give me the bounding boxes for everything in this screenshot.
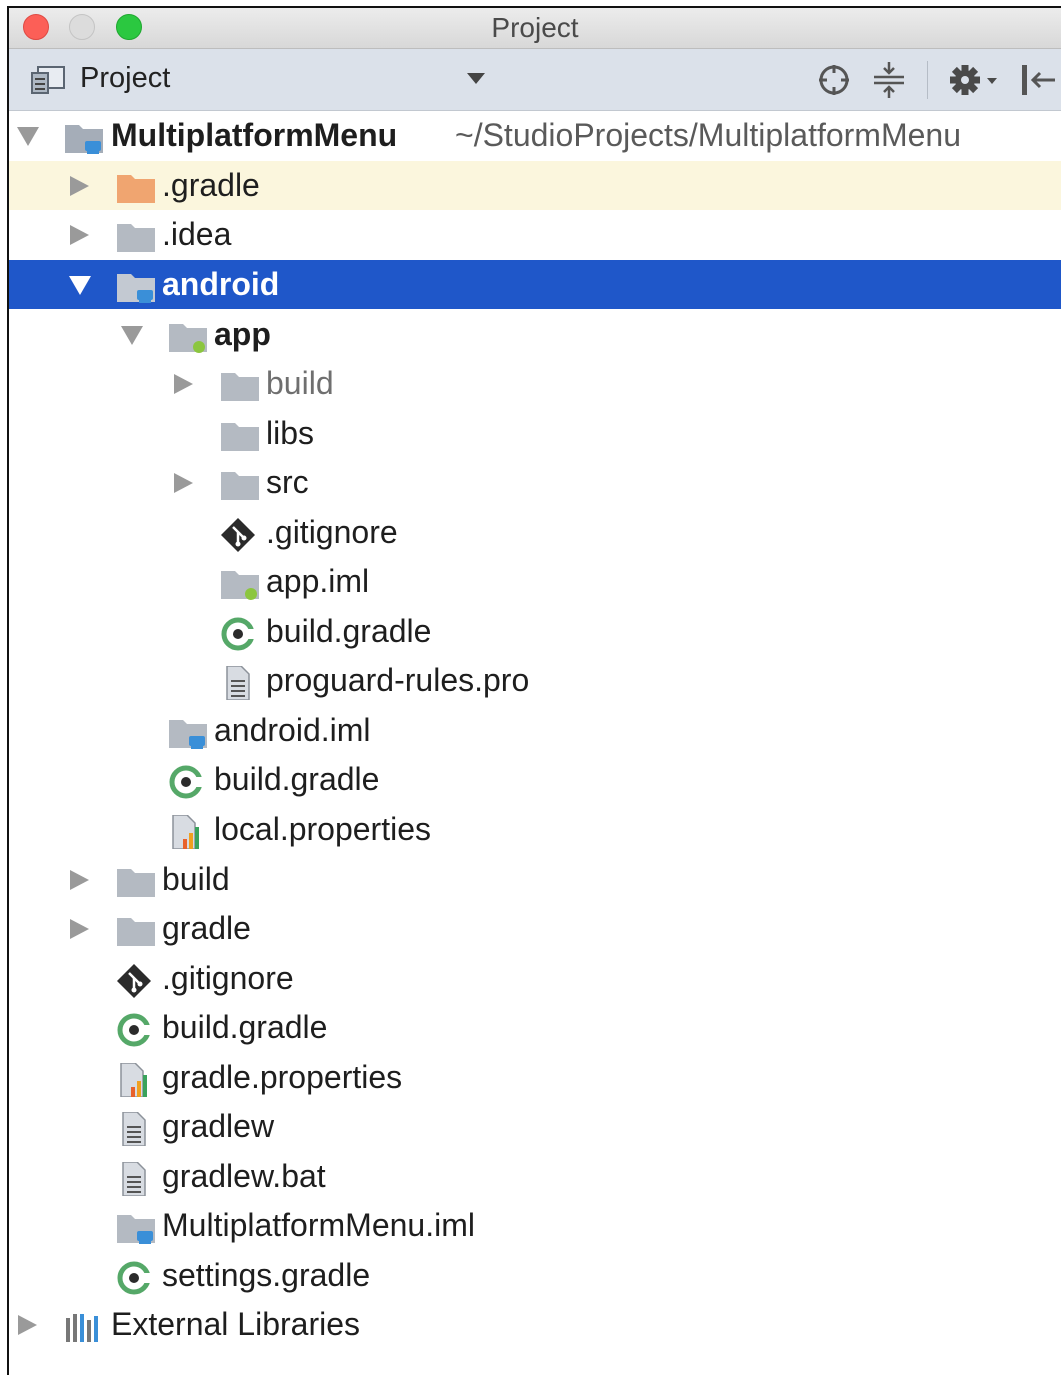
- chevron-down-icon[interactable]: [467, 73, 485, 84]
- expanded-arrow-icon[interactable]: [67, 273, 93, 297]
- folder-icon: [221, 373, 259, 401]
- folder-icon: [221, 423, 259, 451]
- tree-item-gradlew[interactable]: gradlew: [9, 1102, 1061, 1151]
- gradle-icon: [117, 1013, 154, 1047]
- collapsed-arrow-icon[interactable]: [67, 223, 93, 247]
- collapsed-arrow-icon[interactable]: [67, 174, 93, 198]
- tree-item-app-iml[interactable]: app.iml: [9, 557, 1061, 606]
- collapsed-arrow-icon[interactable]: [171, 471, 197, 495]
- window-title: Project: [491, 12, 579, 43]
- tree-item-label: .gradle: [162, 167, 260, 203]
- tree-item-label: build: [266, 365, 334, 401]
- tree-item-build-gradle[interactable]: build.gradle: [9, 1003, 1061, 1052]
- tree-item-label: .gitignore: [266, 514, 398, 550]
- toolbar-separator: [927, 61, 928, 99]
- expanded-arrow-icon[interactable]: [15, 124, 41, 148]
- tree-item-src[interactable]: src: [9, 458, 1061, 507]
- git-icon: [117, 964, 151, 998]
- module-folder-icon: [117, 1215, 155, 1244]
- tree-item-label: build.gradle: [266, 613, 432, 649]
- tree-item-idea[interactable]: .idea: [9, 210, 1061, 259]
- libraries-icon: [66, 1314, 98, 1342]
- gradle-icon: [117, 1261, 154, 1295]
- tree-item-app-gitignore[interactable]: .gitignore: [9, 508, 1061, 557]
- hide-icon[interactable]: [1019, 60, 1059, 100]
- tree-item-label: proguard-rules.pro: [266, 662, 530, 698]
- tree-item-label: build: [162, 861, 230, 897]
- folder-icon: [117, 869, 155, 897]
- gear-icon[interactable]: [947, 60, 1003, 100]
- android-module-folder-icon: [169, 324, 207, 353]
- tree-item-gradle-dir[interactable]: .gradle: [9, 161, 1061, 210]
- tree-item-label: gradle: [162, 910, 251, 946]
- tree-item-label: app: [214, 316, 271, 352]
- properties-file-icon: [120, 1063, 147, 1097]
- properties-file-icon: [172, 815, 199, 849]
- tree-item-label: gradle.properties: [162, 1059, 403, 1095]
- module-folder-icon: [169, 720, 207, 749]
- tree-item-label: settings.gradle: [162, 1257, 371, 1293]
- git-icon: [221, 518, 255, 552]
- tree-item-external-libraries[interactable]: External Libraries: [9, 1300, 1061, 1349]
- tree-item-label: build.gradle: [214, 761, 380, 797]
- gradle-icon: [169, 765, 206, 799]
- gradle-icon: [221, 617, 258, 651]
- tree-item-root-iml[interactable]: MultiplatformMenu.iml: [9, 1201, 1061, 1250]
- tree-item-label: gradlew.bat: [162, 1158, 326, 1194]
- tree-item-label: MultiplatformMenu: [111, 117, 398, 153]
- tree-item-proguard[interactable]: proguard-rules.pro: [9, 656, 1061, 705]
- tree-item-label: local.properties: [214, 811, 431, 847]
- tree-item-label: android: [162, 266, 280, 302]
- tree-item-gradle[interactable]: gradle: [9, 904, 1061, 953]
- tree-item-android-build-gradle[interactable]: build.gradle: [9, 755, 1061, 804]
- module-folder-icon: [117, 274, 155, 303]
- project-window: Project Project MultiplatformMenu ~/Stud…: [7, 6, 1061, 1375]
- collapse-all-icon[interactable]: [869, 60, 909, 100]
- collapsed-arrow-icon[interactable]: [67, 917, 93, 941]
- tree-item-label: android.iml: [214, 712, 371, 748]
- tree-item-gradle-properties[interactable]: gradle.properties: [9, 1053, 1061, 1102]
- tree-item-label: build.gradle: [162, 1009, 328, 1045]
- tree-item-android-iml[interactable]: android.iml: [9, 706, 1061, 755]
- collapsed-arrow-icon[interactable]: [171, 372, 197, 396]
- tree-item-libs[interactable]: libs: [9, 409, 1061, 458]
- project-toolbar: Project: [9, 49, 1061, 111]
- collapsed-arrow-icon[interactable]: [15, 1313, 41, 1337]
- text-file-icon: [226, 666, 250, 700]
- folder-icon: [221, 472, 259, 500]
- tree-item-root[interactable]: MultiplatformMenu ~/StudioProjects/Multi…: [9, 111, 1061, 160]
- excluded-folder-icon: [117, 175, 155, 203]
- tree-item-gitignore[interactable]: .gitignore: [9, 954, 1061, 1003]
- folder-icon: [117, 224, 155, 252]
- project-view-icon: [31, 66, 65, 94]
- folder-icon: [117, 918, 155, 946]
- iml-module-icon: [221, 571, 259, 600]
- tree-item-label: gradlew: [162, 1108, 275, 1144]
- tree-item-app[interactable]: app: [9, 310, 1061, 359]
- tree-item-gradlew-bat[interactable]: gradlew.bat: [9, 1152, 1061, 1201]
- view-selector-label[interactable]: Project: [80, 62, 170, 95]
- tree-item-settings-gradle[interactable]: settings.gradle: [9, 1251, 1061, 1300]
- tree-item-local-properties[interactable]: local.properties: [9, 805, 1061, 854]
- tree-item-label: MultiplatformMenu.iml: [162, 1207, 475, 1243]
- tree-item-label: External Libraries: [111, 1306, 360, 1342]
- text-file-icon: [122, 1162, 146, 1196]
- tree-item-label: .idea: [162, 216, 232, 252]
- tree-item-label: app.iml: [266, 563, 370, 599]
- tree-item-app-build-gradle[interactable]: build.gradle: [9, 607, 1061, 656]
- tree-item-label: libs: [266, 415, 315, 451]
- root-path: ~/StudioProjects/MultiplatformMenu: [455, 117, 961, 153]
- collapsed-arrow-icon[interactable]: [67, 868, 93, 892]
- tree-item-build[interactable]: build: [9, 855, 1061, 904]
- tree-item-label: .gitignore: [162, 960, 294, 996]
- text-file-icon: [122, 1112, 146, 1146]
- module-folder-icon: [65, 125, 103, 154]
- tree-item-label: src: [266, 464, 309, 500]
- locate-icon[interactable]: [814, 60, 854, 100]
- expanded-arrow-icon[interactable]: [119, 323, 145, 347]
- tree-item-app-build[interactable]: build: [9, 359, 1061, 408]
- tree-item-android[interactable]: android: [9, 260, 1061, 309]
- title-bar: Project: [9, 8, 1061, 49]
